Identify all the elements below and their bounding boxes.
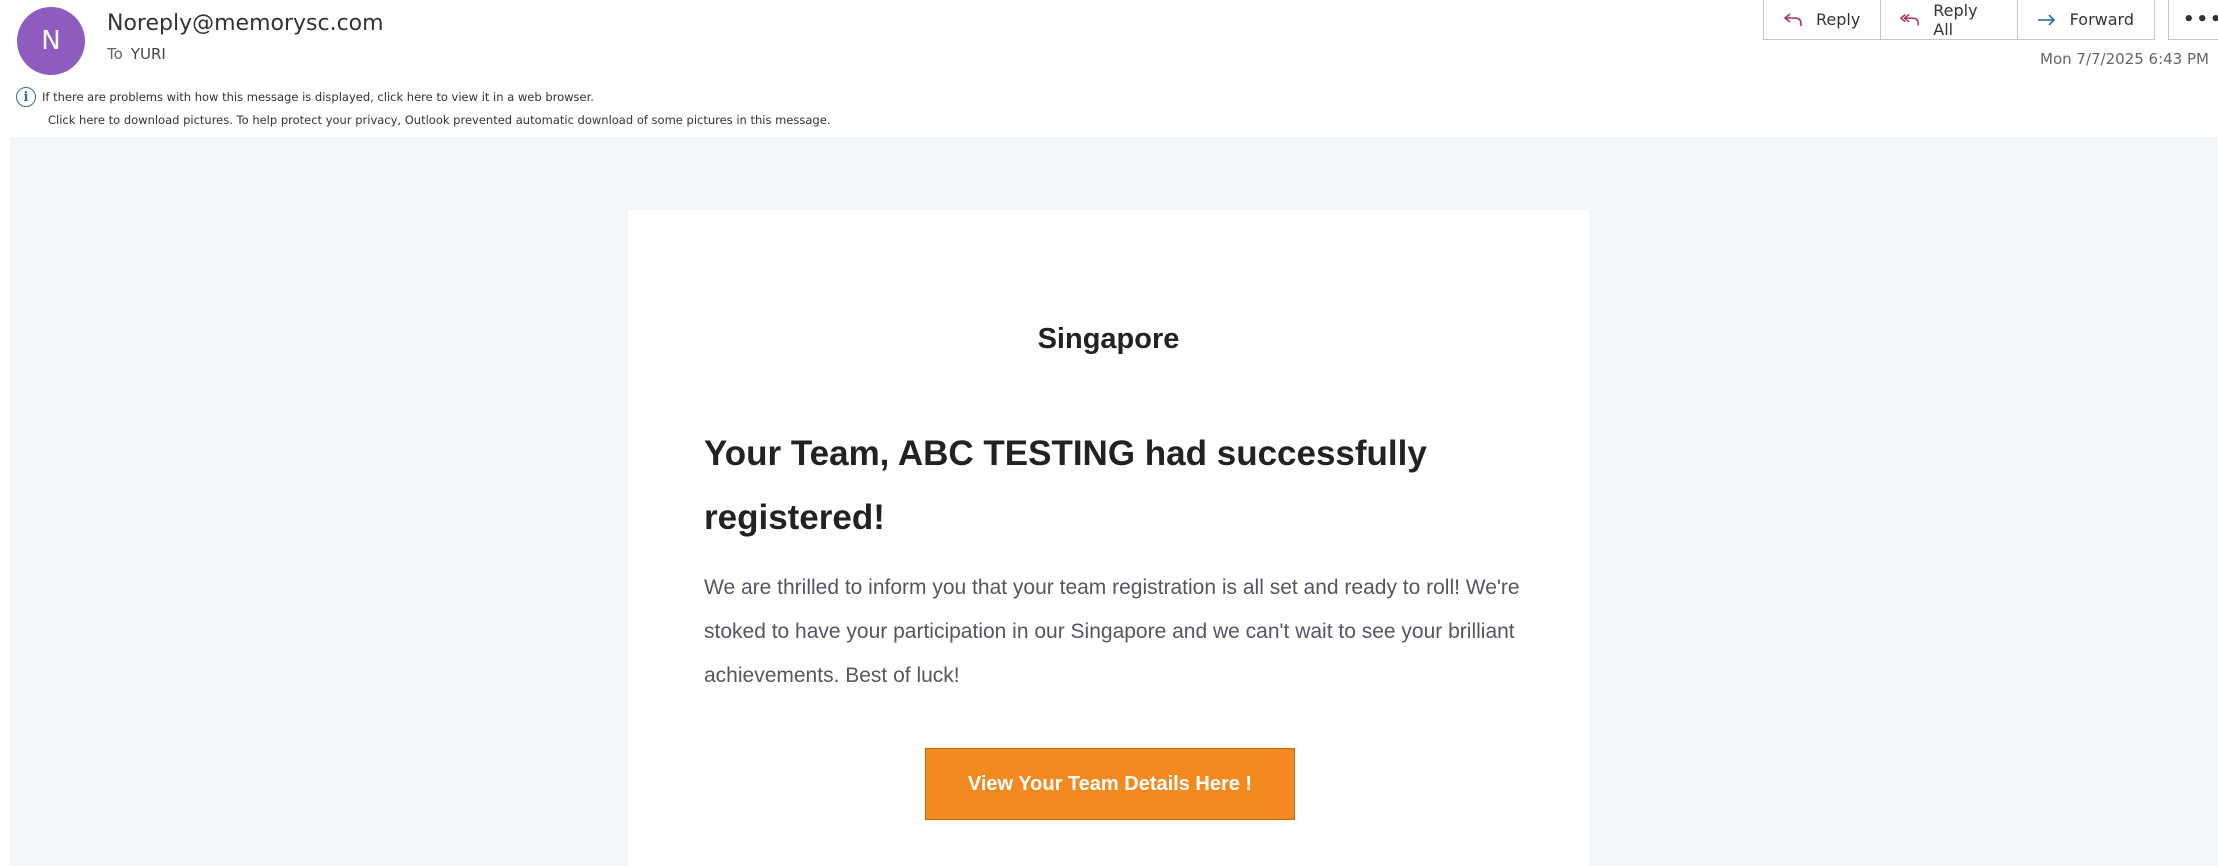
registration-headline: Your Team, ABC TESTING had successfully … xyxy=(704,434,1427,537)
forward-button[interactable]: Forward xyxy=(2016,0,2155,40)
recipient-line: To YURI xyxy=(107,45,166,63)
sender-address[interactable]: Noreply@memorysc.com xyxy=(107,11,384,36)
reply-all-label: Reply All xyxy=(1933,0,1978,39)
registration-message: We are thrilled to inform you that your … xyxy=(704,576,1520,687)
received-datetime: Mon 7/7/2025 6:43 PM xyxy=(2040,50,2209,68)
forward-label: Forward xyxy=(2069,10,2134,29)
event-title: Singapore xyxy=(1037,323,1180,355)
message-toolbar: Reply Reply All Forward ••• xyxy=(1763,0,2218,40)
recipient-name[interactable]: YURI xyxy=(131,45,166,63)
view-in-browser-link[interactable]: If there are problems with how this mess… xyxy=(42,90,594,104)
forward-icon xyxy=(2037,13,2055,26)
email-header: N Noreply@memorysc.com To YURI Reply Repl… xyxy=(0,0,2218,136)
more-icon: ••• xyxy=(2183,9,2218,30)
email-card: Singapore Your Team, ABC TESTING had suc… xyxy=(628,210,1589,866)
reply-button[interactable]: Reply xyxy=(1763,0,1882,40)
to-label: To xyxy=(107,45,123,63)
reply-all-icon xyxy=(1899,13,1920,25)
view-team-details-button[interactable]: View Your Team Details Here ! xyxy=(925,748,1295,820)
info-icon: i xyxy=(16,87,36,107)
display-problem-notice[interactable]: i If there are problems with how this me… xyxy=(16,87,594,107)
reply-label: Reply xyxy=(1816,10,1861,29)
sender-avatar: N xyxy=(17,7,85,75)
more-actions-button[interactable]: ••• xyxy=(2168,0,2218,40)
reply-icon xyxy=(1783,12,1802,26)
download-pictures-link[interactable]: Click here to download pictures. To help… xyxy=(48,113,830,127)
reply-all-button[interactable]: Reply All xyxy=(1880,0,2018,40)
